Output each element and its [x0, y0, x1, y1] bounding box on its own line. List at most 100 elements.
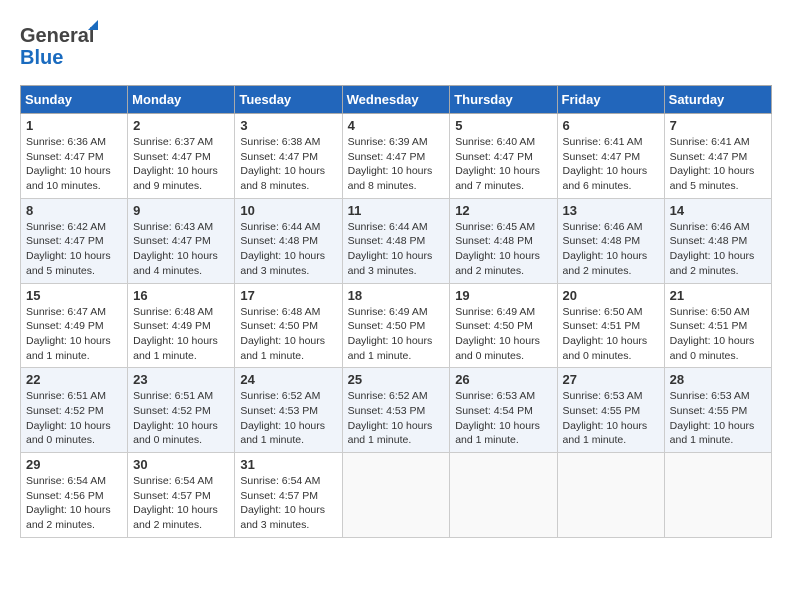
calendar-cell: 29 Sunrise: 6:54 AM Sunset: 4:56 PM Dayli… [21, 453, 128, 538]
calendar-cell: 4 Sunrise: 6:39 AM Sunset: 4:47 PM Daylig… [342, 114, 450, 199]
day-info: Sunrise: 6:48 AM Sunset: 4:49 PM Dayligh… [133, 305, 229, 364]
day-number: 14 [670, 203, 766, 218]
day-info: Sunrise: 6:37 AM Sunset: 4:47 PM Dayligh… [133, 135, 229, 194]
calendar-week-row: 29 Sunrise: 6:54 AM Sunset: 4:56 PM Dayli… [21, 453, 772, 538]
calendar-cell: 26Sunrise: 6:53 AM Sunset: 4:54 PM Dayli… [450, 368, 557, 453]
day-info: Sunrise: 6:39 AM Sunset: 4:47 PM Dayligh… [348, 135, 445, 194]
svg-text:General: General [20, 25, 94, 47]
day-info: Sunrise: 6:41 AM Sunset: 4:47 PM Dayligh… [670, 135, 766, 194]
calendar-week-row: 15Sunrise: 6:47 AM Sunset: 4:49 PM Dayli… [21, 283, 772, 368]
calendar-cell: 17 Sunrise: 6:48 AM Sunset: 4:50 PM Dayli… [235, 283, 342, 368]
day-number: 28 [670, 372, 766, 387]
calendar-cell [342, 453, 450, 538]
calendar-cell: 6Sunrise: 6:41 AM Sunset: 4:47 PM Daylig… [557, 114, 664, 199]
day-number: 17 [240, 288, 336, 303]
day-info: Sunrise: 6:42 AM Sunset: 4:47 PM Dayligh… [26, 220, 122, 279]
day-number: 7 [670, 118, 766, 133]
day-number: 13 [563, 203, 659, 218]
day-info: Sunrise: 6:52 AM Sunset: 4:53 PM Dayligh… [240, 389, 336, 448]
day-number: 12 [455, 203, 551, 218]
calendar-cell: 5Sunrise: 6:40 AM Sunset: 4:47 PM Daylig… [450, 114, 557, 199]
day-number: 10 [240, 203, 336, 218]
calendar-header-saturday: Saturday [664, 86, 771, 114]
calendar-cell: 9 Sunrise: 6:43 AM Sunset: 4:47 PM Daylig… [128, 198, 235, 283]
day-info: Sunrise: 6:43 AM Sunset: 4:47 PM Dayligh… [133, 220, 229, 279]
calendar-cell: 14 Sunrise: 6:46 AM Sunset: 4:48 PM Dayli… [664, 198, 771, 283]
day-number: 24 [240, 372, 336, 387]
calendar-header-sunday: Sunday [21, 86, 128, 114]
day-info: Sunrise: 6:41 AM Sunset: 4:47 PM Dayligh… [563, 135, 659, 194]
calendar-table: SundayMondayTuesdayWednesdayThursdayFrid… [20, 85, 772, 538]
day-number: 15 [26, 288, 122, 303]
day-number: 8 [26, 203, 122, 218]
day-info: Sunrise: 6:50 AM Sunset: 4:51 PM Dayligh… [670, 305, 766, 364]
calendar-cell: 15Sunrise: 6:47 AM Sunset: 4:49 PM Dayli… [21, 283, 128, 368]
day-info: Sunrise: 6:44 AM Sunset: 4:48 PM Dayligh… [348, 220, 445, 279]
calendar-cell: 11Sunrise: 6:44 AM Sunset: 4:48 PM Dayli… [342, 198, 450, 283]
day-info: Sunrise: 6:49 AM Sunset: 4:50 PM Dayligh… [455, 305, 551, 364]
day-info: Sunrise: 6:36 AM Sunset: 4:47 PM Dayligh… [26, 135, 122, 194]
day-info: Sunrise: 6:51 AM Sunset: 4:52 PM Dayligh… [26, 389, 122, 448]
day-info: Sunrise: 6:53 AM Sunset: 4:55 PM Dayligh… [670, 389, 766, 448]
day-number: 9 [133, 203, 229, 218]
calendar-cell: 2 Sunrise: 6:37 AM Sunset: 4:47 PM Daylig… [128, 114, 235, 199]
day-number: 4 [348, 118, 445, 133]
calendar-cell: 19 Sunrise: 6:49 AM Sunset: 4:50 PM Dayli… [450, 283, 557, 368]
day-number: 20 [563, 288, 659, 303]
calendar-cell [450, 453, 557, 538]
day-info: Sunrise: 6:44 AM Sunset: 4:48 PM Dayligh… [240, 220, 336, 279]
calendar-header-friday: Friday [557, 86, 664, 114]
calendar-week-row: 1 Sunrise: 6:36 AM Sunset: 4:47 PM Daylig… [21, 114, 772, 199]
calendar-cell: 28 Sunrise: 6:53 AM Sunset: 4:55 PM Dayli… [664, 368, 771, 453]
calendar-cell: 1 Sunrise: 6:36 AM Sunset: 4:47 PM Daylig… [21, 114, 128, 199]
day-info: Sunrise: 6:50 AM Sunset: 4:51 PM Dayligh… [563, 305, 659, 364]
day-info: Sunrise: 6:54 AM Sunset: 4:57 PM Dayligh… [133, 474, 229, 533]
day-info: Sunrise: 6:52 AM Sunset: 4:53 PM Dayligh… [348, 389, 445, 448]
logo: General Blue [20, 20, 110, 75]
day-number: 1 [26, 118, 122, 133]
calendar-cell: 16 Sunrise: 6:48 AM Sunset: 4:49 PM Dayli… [128, 283, 235, 368]
day-info: Sunrise: 6:54 AM Sunset: 4:57 PM Dayligh… [240, 474, 336, 533]
day-number: 30 [133, 457, 229, 472]
calendar-cell: 18Sunrise: 6:49 AM Sunset: 4:50 PM Dayli… [342, 283, 450, 368]
calendar-header-thursday: Thursday [450, 86, 557, 114]
calendar-header-wednesday: Wednesday [342, 86, 450, 114]
calendar-cell: 8 Sunrise: 6:42 AM Sunset: 4:47 PM Daylig… [21, 198, 128, 283]
calendar-cell: 31Sunrise: 6:54 AM Sunset: 4:57 PM Dayli… [235, 453, 342, 538]
calendar-header-monday: Monday [128, 86, 235, 114]
page-header: General Blue [20, 20, 772, 75]
day-number: 27 [563, 372, 659, 387]
day-number: 29 [26, 457, 122, 472]
calendar-cell: 20 Sunrise: 6:50 AM Sunset: 4:51 PM Dayli… [557, 283, 664, 368]
calendar-cell: 24 Sunrise: 6:52 AM Sunset: 4:53 PM Dayli… [235, 368, 342, 453]
day-info: Sunrise: 6:40 AM Sunset: 4:47 PM Dayligh… [455, 135, 551, 194]
day-number: 25 [348, 372, 445, 387]
calendar-cell: 23 Sunrise: 6:51 AM Sunset: 4:52 PM Dayli… [128, 368, 235, 453]
calendar-cell: 25 Sunrise: 6:52 AM Sunset: 4:53 PM Dayli… [342, 368, 450, 453]
calendar-cell: 30 Sunrise: 6:54 AM Sunset: 4:57 PM Dayli… [128, 453, 235, 538]
day-info: Sunrise: 6:54 AM Sunset: 4:56 PM Dayligh… [26, 474, 122, 533]
calendar-cell: 7 Sunrise: 6:41 AM Sunset: 4:47 PM Daylig… [664, 114, 771, 199]
calendar-header-tuesday: Tuesday [235, 86, 342, 114]
day-number: 19 [455, 288, 551, 303]
day-number: 23 [133, 372, 229, 387]
calendar-cell: 27Sunrise: 6:53 AM Sunset: 4:55 PM Dayli… [557, 368, 664, 453]
day-number: 16 [133, 288, 229, 303]
calendar-cell: 10 Sunrise: 6:44 AM Sunset: 4:48 PM Dayli… [235, 198, 342, 283]
day-info: Sunrise: 6:51 AM Sunset: 4:52 PM Dayligh… [133, 389, 229, 448]
day-info: Sunrise: 6:48 AM Sunset: 4:50 PM Dayligh… [240, 305, 336, 364]
day-number: 26 [455, 372, 551, 387]
calendar-week-row: 8 Sunrise: 6:42 AM Sunset: 4:47 PM Daylig… [21, 198, 772, 283]
day-info: Sunrise: 6:45 AM Sunset: 4:48 PM Dayligh… [455, 220, 551, 279]
calendar-cell: 13 Sunrise: 6:46 AM Sunset: 4:48 PM Dayli… [557, 198, 664, 283]
calendar-cell [664, 453, 771, 538]
day-number: 2 [133, 118, 229, 133]
day-info: Sunrise: 6:49 AM Sunset: 4:50 PM Dayligh… [348, 305, 445, 364]
day-number: 3 [240, 118, 336, 133]
day-info: Sunrise: 6:46 AM Sunset: 4:48 PM Dayligh… [563, 220, 659, 279]
day-number: 21 [670, 288, 766, 303]
day-info: Sunrise: 6:38 AM Sunset: 4:47 PM Dayligh… [240, 135, 336, 194]
calendar-cell: 21 Sunrise: 6:50 AM Sunset: 4:51 PM Dayli… [664, 283, 771, 368]
day-number: 22 [26, 372, 122, 387]
day-info: Sunrise: 6:46 AM Sunset: 4:48 PM Dayligh… [670, 220, 766, 279]
